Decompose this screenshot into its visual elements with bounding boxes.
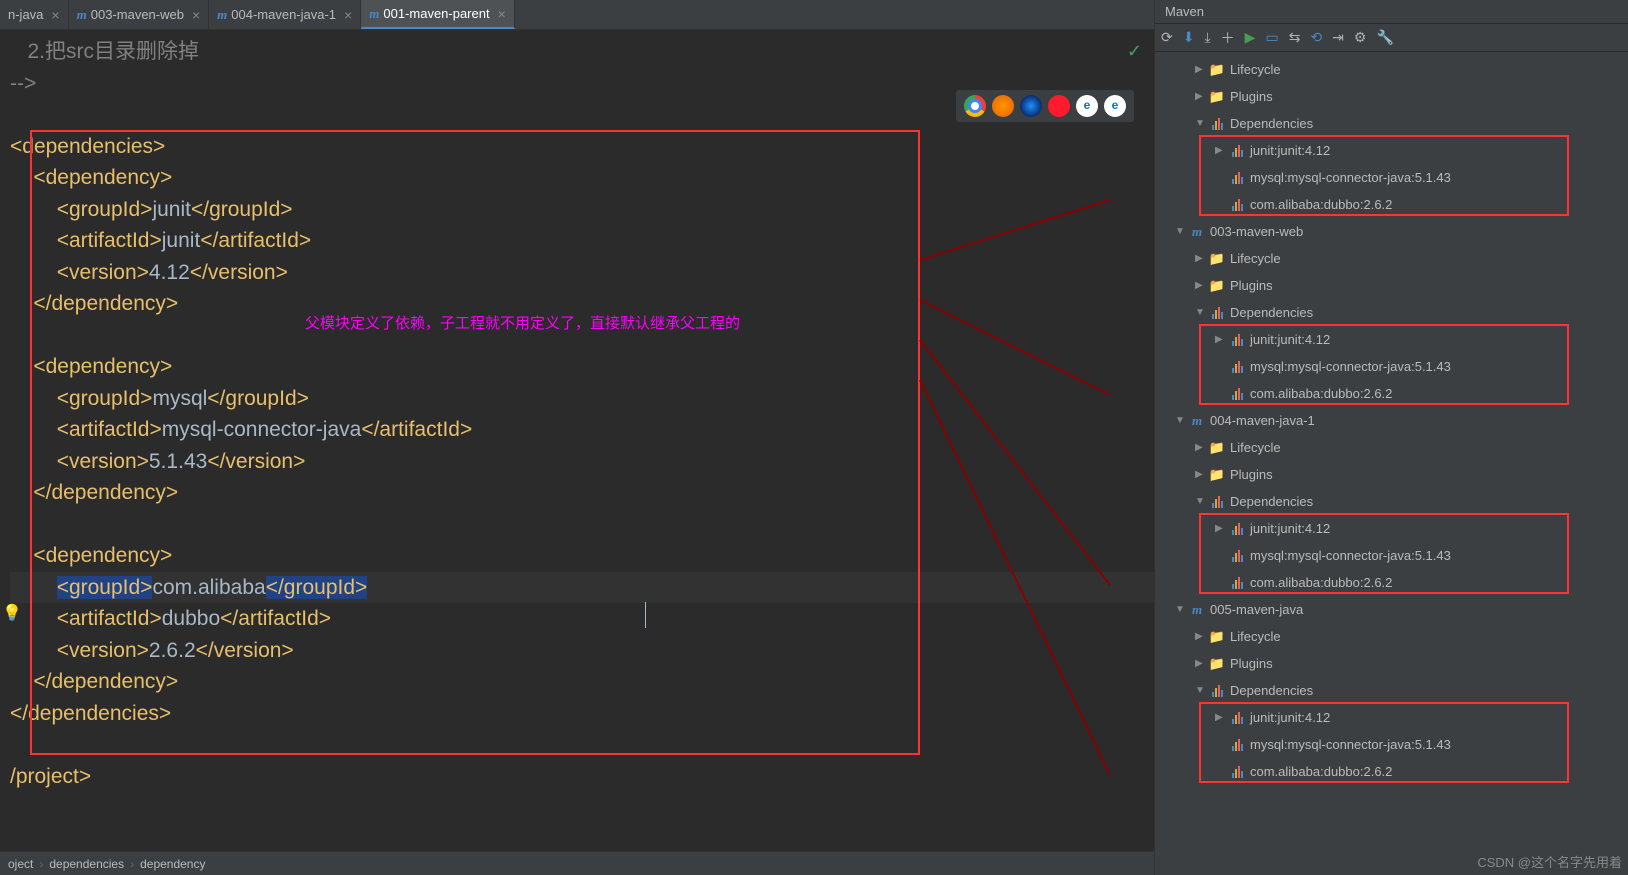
tree-dependency-item[interactable]: ▶junit:junit:4.12 <box>1155 515 1628 542</box>
ie-icon[interactable]: e <box>1076 95 1098 117</box>
edge-icon[interactable]: e <box>1104 95 1126 117</box>
tree-dependency-item[interactable]: mysql:mysql-connector-java:5.1.43 <box>1155 731 1628 758</box>
tab-003-maven-web[interactable]: m003-maven-web× <box>69 0 210 29</box>
tree-dependency-item[interactable]: mysql:mysql-connector-java:5.1.43 <box>1155 164 1628 191</box>
watermark: CSDN @这个名字先用着 <box>1477 852 1622 871</box>
text-caret <box>645 602 646 628</box>
chrome-icon[interactable] <box>964 95 986 117</box>
download-icon[interactable]: ⤓ <box>1204 29 1210 46</box>
tree-dependency-item[interactable]: ▶junit:junit:4.12 <box>1155 326 1628 353</box>
annotation-text: 父模块定义了依赖，子工程就不用定义了，直接默认继承父工程的 <box>305 308 740 340</box>
add-icon[interactable]: ＋ <box>1221 28 1235 48</box>
crumb[interactable]: oject <box>8 857 33 871</box>
tab-001-maven-parent[interactable]: m001-maven-parent× <box>361 0 515 29</box>
tree-plugins[interactable]: ▶📁Plugins <box>1155 461 1628 488</box>
tree-dependency-item[interactable]: ▶junit:junit:4.12 <box>1155 704 1628 731</box>
tree-lifecycle[interactable]: ▶📁Lifecycle <box>1155 623 1628 650</box>
show-settings-icon[interactable]: ⚙ <box>1354 29 1367 46</box>
safari-icon[interactable] <box>1020 95 1042 117</box>
tree-dependency-item[interactable]: mysql:mysql-connector-java:5.1.43 <box>1155 542 1628 569</box>
code-editor[interactable]: ✓ e e 💡 2.把src目录删除掉 --> <dependencies> <… <box>0 30 1154 851</box>
close-icon[interactable]: × <box>344 7 352 23</box>
firefox-icon[interactable] <box>992 95 1014 117</box>
maven-panel: Maven ⟳ ⬇ ⤓ ＋ ▶ ▭ ⇆ ⟲ ⇥ ⚙ 🔧 ▶📁Lifecycle▶… <box>1154 0 1628 875</box>
tree-plugins[interactable]: ▶📁Plugins <box>1155 650 1628 677</box>
inspection-ok-icon: ✓ <box>1127 36 1142 68</box>
maven-icon: m <box>217 7 227 23</box>
close-icon[interactable]: × <box>498 6 506 22</box>
run-icon[interactable]: ▶ <box>1245 29 1256 46</box>
tree-lifecycle[interactable]: ▶📁Lifecycle <box>1155 56 1628 83</box>
maven-tree[interactable]: ▶📁Lifecycle▶📁Plugins▼Dependencies▶junit:… <box>1155 52 1628 875</box>
tree-dependency-item[interactable]: mysql:mysql-connector-java:5.1.43 <box>1155 353 1628 380</box>
tree-lifecycle[interactable]: ▶📁Lifecycle <box>1155 434 1628 461</box>
toggle-offline-icon[interactable]: ⇆ <box>1289 29 1301 46</box>
refresh-icon[interactable]: ⟳ <box>1161 29 1173 46</box>
crumb[interactable]: dependencies <box>49 857 124 871</box>
maven-icon: m <box>369 6 379 22</box>
close-icon[interactable]: × <box>51 7 59 23</box>
wrench-icon[interactable]: 🔧 <box>1376 29 1393 46</box>
editor-section: n-java× m003-maven-web× m004-maven-java-… <box>0 0 1154 875</box>
cycle-icon[interactable]: ⟲ <box>1310 29 1322 46</box>
maven-module[interactable]: ▼m003-maven-web <box>1155 218 1628 245</box>
tree-dependencies[interactable]: ▼Dependencies <box>1155 488 1628 515</box>
collapse-icon[interactable]: ⇥ <box>1332 29 1344 46</box>
tree-dependencies[interactable]: ▼Dependencies <box>1155 677 1628 704</box>
tree-dependency-item[interactable]: com.alibaba:dubbo:2.6.2 <box>1155 191 1628 218</box>
breadcrumbs: oject › dependencies › dependency <box>0 851 1154 875</box>
code-line: 2.把src目录删除掉 <box>10 36 1154 68</box>
tree-dependency-item[interactable]: com.alibaba:dubbo:2.6.2 <box>1155 758 1628 785</box>
maven-toolbar: ⟳ ⬇ ⤓ ＋ ▶ ▭ ⇆ ⟲ ⇥ ⚙ 🔧 <box>1155 24 1628 52</box>
tab-004-maven-java-1[interactable]: m004-maven-java-1× <box>209 0 361 29</box>
tree-plugins[interactable]: ▶📁Plugins <box>1155 83 1628 110</box>
intention-bulb-icon[interactable]: 💡 <box>2 598 22 630</box>
editor-tabs: n-java× m003-maven-web× m004-maven-java-… <box>0 0 1154 30</box>
tree-plugins[interactable]: ▶📁Plugins <box>1155 272 1628 299</box>
tree-dependency-item[interactable]: com.alibaba:dubbo:2.6.2 <box>1155 380 1628 407</box>
tree-dependency-item[interactable]: com.alibaba:dubbo:2.6.2 <box>1155 569 1628 596</box>
execute-goal-icon[interactable]: ▭ <box>1265 29 1278 46</box>
maven-icon: m <box>77 7 87 23</box>
generate-sources-icon[interactable]: ⬇ <box>1183 29 1195 46</box>
maven-panel-title: Maven <box>1155 0 1628 24</box>
tree-lifecycle[interactable]: ▶📁Lifecycle <box>1155 245 1628 272</box>
maven-module[interactable]: ▼m005-maven-java <box>1155 596 1628 623</box>
tree-dependencies[interactable]: ▼Dependencies <box>1155 110 1628 137</box>
close-icon[interactable]: × <box>192 7 200 23</box>
tree-dependencies[interactable]: ▼Dependencies <box>1155 299 1628 326</box>
crumb[interactable]: dependency <box>140 857 205 871</box>
tab-n-java[interactable]: n-java× <box>0 0 69 29</box>
opera-icon[interactable] <box>1048 95 1070 117</box>
tree-dependency-item[interactable]: ▶junit:junit:4.12 <box>1155 137 1628 164</box>
maven-module[interactable]: ▼m004-maven-java-1 <box>1155 407 1628 434</box>
browser-icons-bar: e e <box>956 90 1134 122</box>
